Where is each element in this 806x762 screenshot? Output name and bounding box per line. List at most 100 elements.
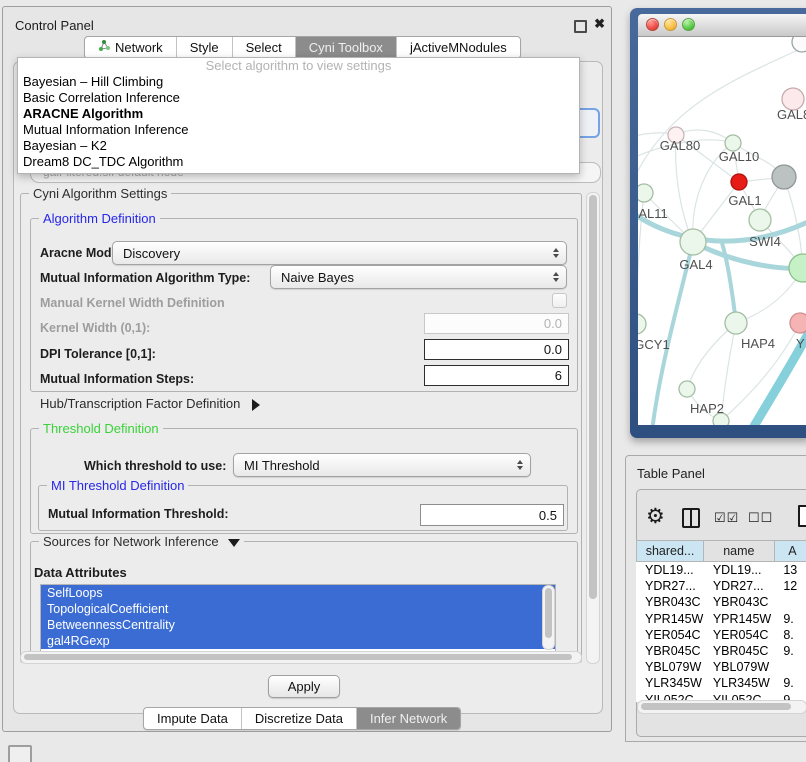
table-row[interactable]: YER054CYER054C8. — [636, 627, 806, 643]
attribute-list-item[interactable]: BetweennessCentrality — [41, 617, 555, 633]
table-row[interactable]: YBR043CYBR043C — [636, 594, 806, 610]
network-node[interactable] — [680, 229, 706, 255]
network-canvas[interactable]: GAL8GAL80GAL10GAL1GAL11SWI4GAL4GCY1HAP4Y… — [638, 37, 806, 425]
algorithm-option[interactable]: ARACNE Algorithm — [18, 106, 579, 122]
mi-type-combo[interactable]: Naive Bayes — [270, 265, 567, 289]
network-node[interactable] — [679, 381, 695, 397]
mi-type-label: Mutual Information Algorithm Type: — [40, 271, 250, 285]
aracne-mode-combo[interactable]: Discovery — [112, 241, 567, 265]
table-row[interactable]: YPR145WYPR145W9. — [636, 611, 806, 627]
collapsed-arrow-icon — [252, 399, 260, 411]
table-row[interactable]: YBR045CYBR045C9. — [636, 643, 806, 659]
export-table-icon[interactable] — [798, 505, 806, 527]
algorithm-option[interactable]: Bayesian – Hill Climbing — [18, 74, 579, 90]
expanded-arrow-icon — [228, 539, 240, 547]
table-cell[interactable]: YDL19... — [636, 562, 704, 578]
close-window-icon[interactable] — [646, 18, 659, 31]
table-cell[interactable]: YBL079W — [636, 659, 704, 675]
cyni-settings-title: Cyni Algorithm Settings — [29, 186, 171, 201]
mi-steps-field[interactable]: 6 — [424, 365, 569, 386]
table-cell[interactable]: YDR27... — [704, 578, 775, 594]
tab-discretize-data[interactable]: Discretize Data — [242, 708, 357, 729]
minimize-window-icon[interactable] — [664, 18, 677, 31]
table-cell[interactable]: 12 — [774, 578, 806, 594]
select-all-columns-icon[interactable]: ☑☑ — [714, 510, 739, 526]
tab-network[interactable]: Network — [85, 37, 177, 58]
tab-cyni-toolbox[interactable]: Cyni Toolbox — [296, 37, 397, 58]
table-cell[interactable] — [774, 659, 806, 675]
table-row[interactable]: YDR27...YDR27...12 — [636, 578, 806, 594]
attribute-list-item[interactable]: TopologicalCoefficient — [41, 601, 555, 617]
screen: Control Panel ✖ NetworkStyleSelectCyni T… — [0, 0, 806, 762]
table-cell[interactable]: 9. — [774, 675, 806, 691]
table-cell[interactable]: 9. — [774, 611, 806, 627]
table-cell[interactable]: YLR345W — [636, 675, 704, 691]
tab-jactivemnodules[interactable]: jActiveMNodules — [397, 37, 520, 58]
network-node[interactable] — [638, 314, 646, 334]
sources-toggle[interactable]: Sources for Network Inference — [39, 534, 244, 549]
network-node[interactable] — [725, 312, 747, 334]
table-cell[interactable]: YPR145W — [636, 611, 704, 627]
network-window-titlebar[interactable] — [638, 14, 806, 37]
table-cell[interactable]: YPR145W — [704, 611, 775, 627]
table-column-header[interactable]: name — [704, 540, 775, 562]
tab-infer-network[interactable]: Infer Network — [357, 708, 460, 729]
manual-kernel-checkbox[interactable] — [552, 293, 567, 308]
algorithm-option[interactable]: Basic Correlation Inference — [18, 90, 579, 106]
table-cell[interactable]: YBR045C — [704, 643, 775, 659]
table-horizontal-scrollbar[interactable] — [637, 700, 806, 714]
zoom-window-icon[interactable] — [682, 18, 695, 31]
table-cell[interactable]: YBR043C — [636, 594, 704, 610]
network-node[interactable] — [749, 209, 771, 231]
which-threshold-combo[interactable]: MI Threshold — [233, 453, 531, 477]
table-cell[interactable]: YER054C — [704, 627, 775, 643]
attribute-list-item[interactable]: SelfLoops — [41, 585, 555, 601]
tab-select[interactable]: Select — [233, 37, 296, 58]
table-cell[interactable]: YER054C — [636, 627, 704, 643]
columns-icon[interactable] — [682, 508, 700, 528]
kernel-width-label: Kernel Width (0,1): — [40, 321, 150, 335]
table-cell[interactable]: 8. — [774, 627, 806, 643]
table-cell[interactable]: YBR045C — [636, 643, 704, 659]
table-row[interactable]: YLR345WYLR345W9. — [636, 675, 806, 691]
network-node[interactable] — [638, 184, 653, 202]
network-node[interactable] — [789, 254, 806, 282]
settings-vertical-scrollbar[interactable] — [586, 192, 600, 664]
node-label: GAL8 — [777, 107, 806, 122]
network-node[interactable] — [731, 174, 747, 190]
table-cell[interactable]: YDR27... — [636, 578, 704, 594]
table-cell[interactable]: YBL079W — [704, 659, 775, 675]
settings-horizontal-scrollbar[interactable] — [20, 651, 582, 664]
gear-icon[interactable]: ⚙ — [646, 504, 665, 530]
algorithm-option[interactable]: Mutual Information Inference — [18, 122, 579, 138]
kernel-width-field[interactable]: 0.0 — [424, 313, 569, 334]
network-node[interactable] — [772, 165, 796, 189]
mi-threshold-field[interactable]: 0.5 — [420, 504, 564, 526]
table-row[interactable]: YBL079WYBL079W — [636, 659, 806, 675]
table-cell[interactable]: 9. — [774, 643, 806, 659]
deselect-all-columns-icon[interactable]: ☐☐ — [748, 510, 773, 526]
tab-impute-data[interactable]: Impute Data — [144, 708, 242, 729]
data-attributes-list: SelfLoopsTopologicalCoefficientBetweenne… — [40, 584, 556, 652]
network-node[interactable] — [792, 37, 806, 52]
attributes-vertical-scrollbar[interactable] — [542, 585, 555, 650]
table-cell[interactable]: YDL19... — [704, 562, 775, 578]
algorithm-option[interactable]: Bayesian – K2 — [18, 138, 579, 154]
algorithm-option[interactable]: Dream8 DC_TDC Algorithm — [18, 154, 579, 170]
table-cell[interactable] — [774, 594, 806, 610]
apply-button[interactable]: Apply — [268, 675, 340, 698]
table-column-header[interactable]: A — [775, 540, 806, 562]
float-panel-icon[interactable] — [574, 20, 587, 33]
restore-panel-button[interactable] — [8, 745, 32, 762]
table-cell[interactable]: YBR043C — [704, 594, 775, 610]
table-cell[interactable]: YLR345W — [704, 675, 775, 691]
attribute-list-item[interactable]: gal4RGexp — [41, 633, 555, 649]
dpi-tolerance-field[interactable]: 0.0 — [424, 339, 569, 360]
hub-definition-toggle[interactable]: Hub/Transcription Factor Definition — [40, 396, 260, 411]
table-row[interactable]: YDL19...YDL19...13 — [636, 562, 806, 578]
network-node[interactable] — [790, 313, 806, 333]
table-column-header[interactable]: shared... — [636, 540, 704, 562]
table-cell[interactable]: 13 — [774, 562, 806, 578]
close-icon[interactable]: ✖ — [594, 16, 605, 32]
tab-style[interactable]: Style — [177, 37, 233, 58]
